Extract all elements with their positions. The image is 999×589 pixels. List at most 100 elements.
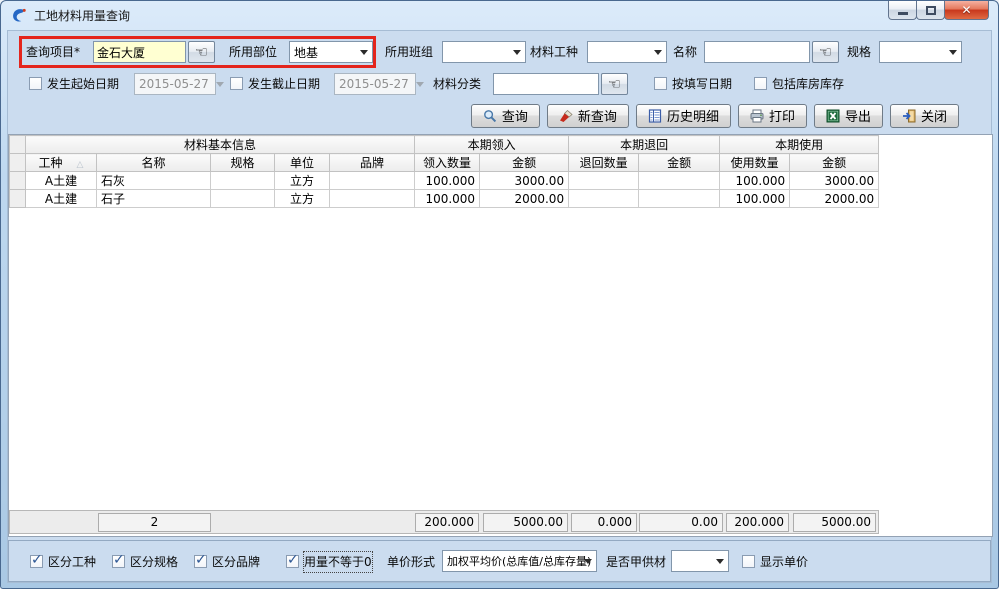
summary-received-qty: 200.000 [415, 513, 479, 532]
end-date-field[interactable]: 2015-05-27 [334, 73, 416, 95]
exit-door-icon [902, 109, 916, 123]
column-header-spec[interactable]: 规格 [211, 154, 275, 172]
grid-cell: A土建 [26, 172, 97, 190]
query-button[interactable]: 查询 [471, 104, 540, 128]
minimize-icon [898, 12, 908, 15]
column-header-returned-amount[interactable]: 金额 [639, 154, 720, 172]
column-header-unit[interactable]: 单位 [275, 154, 330, 172]
summary-returned-amount: 0.00 [639, 513, 723, 532]
new-query-button-label: 新查询 [578, 106, 617, 125]
table-row[interactable]: A土建石子立方100.0002000.00100.0002000.00 [10, 190, 879, 208]
part-select[interactable]: 地基 [289, 41, 373, 63]
printer-icon [750, 109, 764, 123]
column-header-worktype[interactable]: 工种 △ [26, 154, 97, 172]
column-header-name[interactable]: 名称 [97, 154, 211, 172]
row-indicator[interactable] [10, 190, 26, 208]
distinguish-brand-label[interactable]: 区分品牌 [212, 552, 260, 572]
chevron-down-icon [360, 50, 368, 55]
options-bar: 区分工种 区分规格 区分品牌 用量不等于0 单价形式 加权平均价(总库值/总库存… [8, 540, 991, 582]
group-header-returned: 本期退回 [569, 136, 720, 154]
distinguish-worktype-checkbox[interactable] [30, 555, 43, 568]
worktype-label: 材料工种 [530, 41, 578, 63]
column-header-used-qty[interactable]: 使用数量 [720, 154, 790, 172]
minimize-button[interactable] [888, 1, 917, 20]
name-picker-button[interactable]: ☜ [812, 41, 839, 63]
app-logo-icon [10, 7, 27, 24]
column-header-received-amount[interactable]: 金额 [480, 154, 569, 172]
show-unit-price-checkbox[interactable] [742, 555, 755, 568]
end-date-checkbox[interactable] [230, 77, 243, 90]
window-title: 工地材料用量查询 [34, 7, 130, 24]
distinguish-brand-checkbox[interactable] [194, 555, 207, 568]
hand-picker-icon: ☜ [608, 77, 621, 92]
grid-cell: A土建 [26, 190, 97, 208]
export-button-label: 导出 [845, 106, 871, 125]
column-header-brand[interactable]: 品牌 [330, 154, 415, 172]
close-window-button[interactable]: 关闭 [890, 104, 959, 128]
column-header-label: 工种 [39, 156, 63, 170]
start-date-label: 发生起始日期 [47, 73, 119, 95]
distinguish-spec-checkbox[interactable] [112, 555, 125, 568]
print-button-label: 打印 [769, 106, 795, 125]
table-row[interactable]: A土建石灰立方100.0003000.00100.0003000.00 [10, 172, 879, 190]
distinguish-worktype-label[interactable]: 区分工种 [48, 552, 96, 572]
export-button[interactable]: 导出 [814, 104, 883, 128]
start-date-field[interactable]: 2015-05-27 [134, 73, 216, 95]
category-label: 材料分类 [433, 73, 481, 95]
name-input[interactable] [704, 41, 810, 63]
usage-not-zero-label[interactable]: 用量不等于0 [304, 552, 372, 572]
grid-cell: 石灰 [97, 172, 211, 190]
party-a-supplied-select[interactable] [671, 550, 729, 572]
maximize-icon [926, 6, 936, 15]
project-picker-button[interactable]: ☜ [188, 41, 215, 63]
window-content: 查询项目* ☜ 所用部位 地基 所用班组 材料工种 名称 ☜ 规格 发生起始日期… [7, 30, 992, 583]
row-indicator[interactable] [10, 172, 26, 190]
history-detail-button-label: 历史明细 [667, 106, 719, 125]
by-fill-date-label[interactable]: 按填写日期 [672, 73, 732, 95]
titlebar[interactable]: 工地材料用量查询 ✕ [1, 1, 998, 30]
group-header-basic: 材料基本信息 [26, 136, 415, 154]
close-window-button-label: 关闭 [921, 106, 947, 125]
price-form-select[interactable]: 加权平均价(总库值/总库存量) [442, 550, 597, 572]
include-warehouse-checkbox[interactable] [754, 77, 767, 90]
hand-picker-icon: ☜ [819, 45, 832, 60]
category-picker-button[interactable]: ☜ [601, 73, 628, 95]
grid-cell: 3000.00 [790, 172, 879, 190]
chevron-down-icon [216, 82, 224, 87]
close-icon: ✕ [961, 4, 971, 16]
price-form-label: 单价形式 [387, 552, 435, 572]
spec-select[interactable] [879, 41, 962, 63]
grid-cell: 石子 [97, 190, 211, 208]
sort-indicator-icon: △ [77, 160, 84, 170]
grid-cell [639, 172, 720, 190]
chevron-down-icon [513, 50, 521, 55]
brush-icon [559, 109, 573, 123]
column-header-returned-qty[interactable]: 退回数量 [569, 154, 639, 172]
print-button[interactable]: 打印 [738, 104, 807, 128]
by-fill-date-checkbox[interactable] [654, 77, 667, 90]
team-select[interactable] [442, 41, 526, 63]
category-input[interactable] [493, 73, 599, 95]
maximize-button[interactable] [916, 1, 945, 20]
history-detail-button[interactable]: 历史明细 [636, 104, 731, 128]
usage-not-zero-checkbox[interactable] [286, 555, 299, 568]
summary-received-amount: 5000.00 [483, 513, 568, 532]
grid-cell [639, 190, 720, 208]
worktype-select[interactable] [587, 41, 667, 63]
chevron-down-icon [654, 50, 662, 55]
project-input[interactable] [93, 41, 186, 63]
start-date-checkbox[interactable] [29, 77, 42, 90]
project-label: 查询项目* [26, 41, 80, 63]
end-date-label: 发生截止日期 [248, 73, 320, 95]
show-unit-price-label[interactable]: 显示单价 [760, 552, 808, 572]
grid-cell [330, 190, 415, 208]
close-button[interactable]: ✕ [944, 1, 989, 20]
column-header-received-qty[interactable]: 领入数量 [415, 154, 480, 172]
grid-table: 材料基本信息 本期领入 本期退回 本期使用 工种△ 名称 规格 单位 品牌 领入… [9, 135, 879, 208]
include-warehouse-label[interactable]: 包括库房库存 [772, 73, 844, 95]
column-header-used-amount[interactable]: 金额 [790, 154, 879, 172]
hand-picker-icon: ☜ [195, 45, 208, 60]
new-query-button[interactable]: 新查询 [547, 104, 629, 128]
distinguish-spec-label[interactable]: 区分规格 [130, 552, 178, 572]
detail-list-icon [648, 109, 662, 123]
